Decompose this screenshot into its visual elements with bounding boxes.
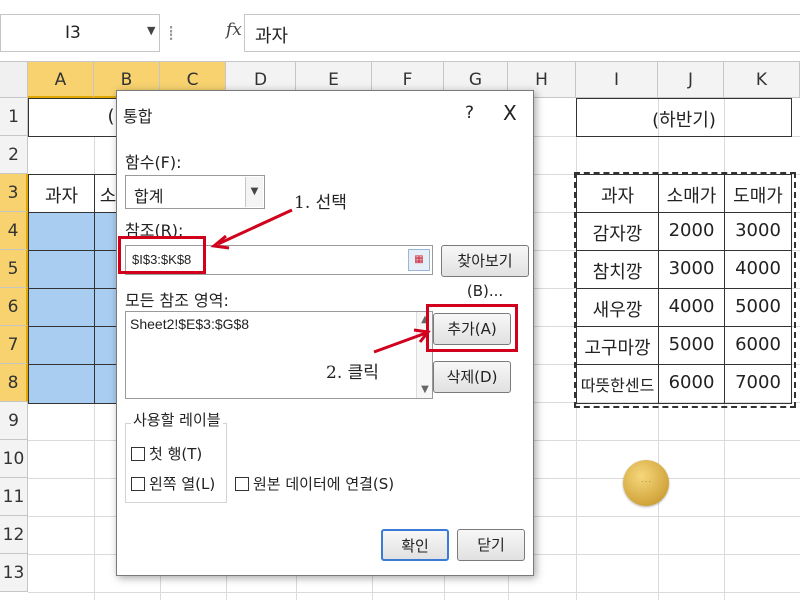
- annotation-arrows: [210, 208, 431, 354]
- arrow-to-add: [373, 331, 427, 354]
- step1-annotation: 1. 선택: [294, 193, 347, 213]
- arrow-to-reference: [217, 208, 293, 246]
- step2-annotation: 2. 클릭: [326, 363, 379, 383]
